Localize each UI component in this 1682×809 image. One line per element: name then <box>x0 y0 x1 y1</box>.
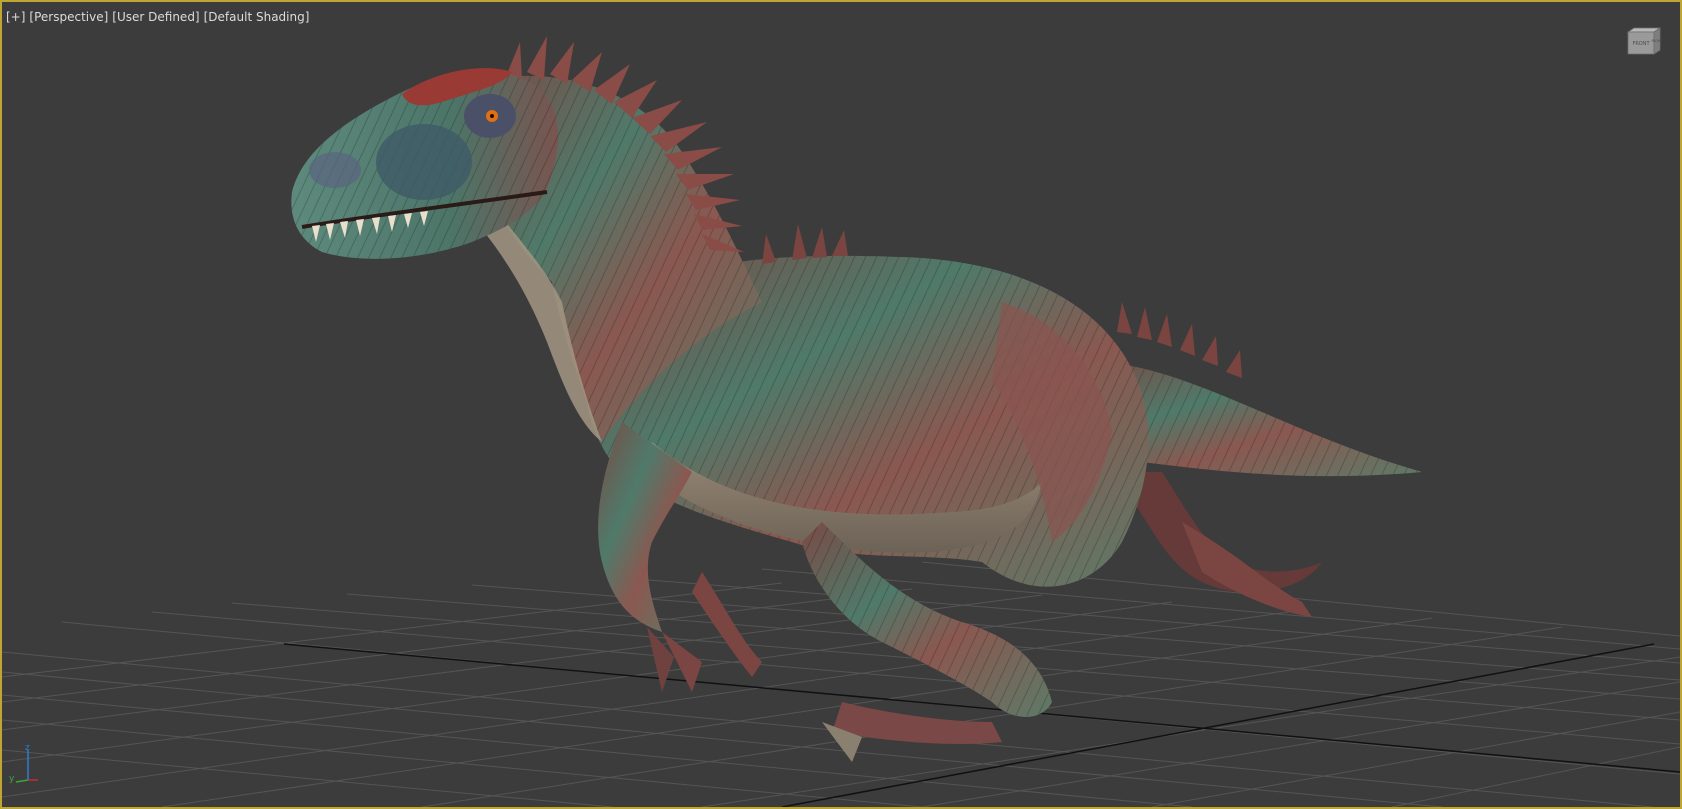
viewcube-front-face[interactable]: FRONT <box>1632 41 1650 47</box>
viewport-pov-menu[interactable]: [Perspective] <box>29 9 108 25</box>
viewcube-icon[interactable]: FRONT RIGHT <box>1624 24 1664 58</box>
viewport-shading-menu[interactable]: [Default Shading] <box>204 9 310 25</box>
viewcube-right-face[interactable]: RIGHT <box>1652 39 1664 43</box>
viewport-label-menu: [+] [Perspective] [User Defined] [Defaul… <box>6 9 309 25</box>
perspective-viewport[interactable]: [+] [Perspective] [User Defined] [Defaul… <box>0 0 1682 809</box>
viewport-general-menu[interactable]: [+] <box>6 9 25 25</box>
axis-z-label: z <box>25 743 30 753</box>
scene-canvas[interactable] <box>2 2 1680 807</box>
axis-tripod-icon: z y <box>8 744 42 786</box>
viewport-lighting-menu[interactable]: [User Defined] <box>112 9 199 25</box>
axis-y-label: y <box>9 774 15 784</box>
